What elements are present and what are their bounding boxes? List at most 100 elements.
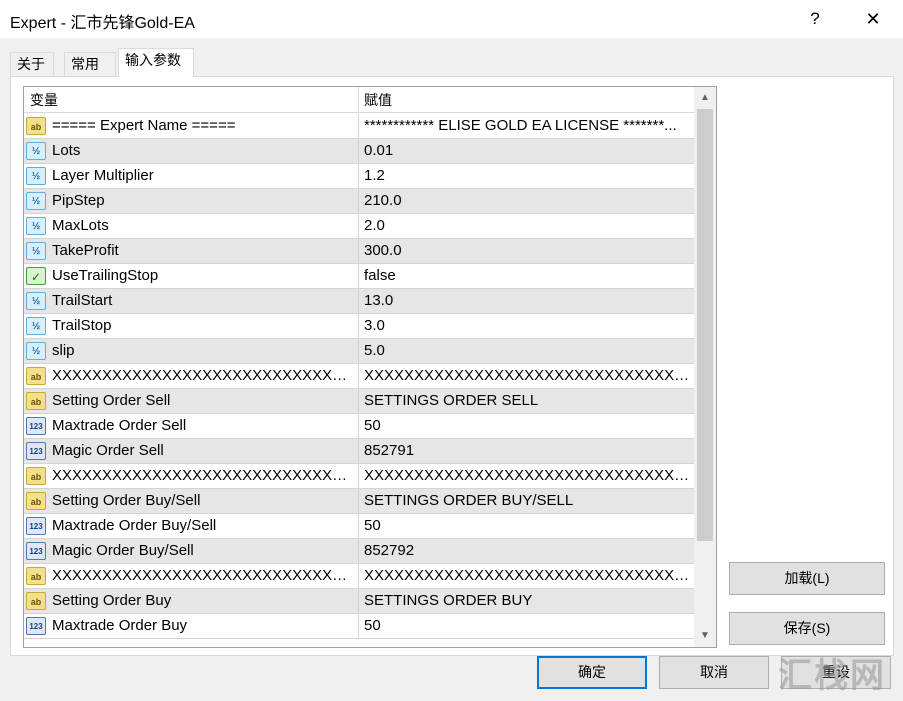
parameter-name: XXXXXXXXXXXXXXXXXXXXXXXXXXXXXX... <box>52 467 352 484</box>
parameter-name: PipStep <box>52 192 105 209</box>
integer-type-icon: 123 <box>26 417 46 435</box>
scroll-thumb[interactable] <box>697 109 713 541</box>
column-header-variable[interactable]: 变量 <box>24 87 358 113</box>
parameter-row[interactable]: ½ slip 5.0 <box>24 339 694 364</box>
parameter-row[interactable]: ½ Lots 0.01 <box>24 139 694 164</box>
parameter-value[interactable]: ************ ELISE GOLD EA LICENSE *****… <box>364 114 690 138</box>
parameter-row[interactable]: ab ===== Expert Name ===== ************ EL… <box>24 114 694 139</box>
parameter-name: Setting Order Buy <box>52 592 172 609</box>
parameter-name: ===== Expert Name ===== <box>52 117 236 134</box>
parameter-name: Layer Multiplier <box>52 167 154 184</box>
parameter-row[interactable]: ½ MaxLots 2.0 <box>24 214 694 239</box>
double-type-icon: ½ <box>26 292 46 310</box>
string-type-icon: ab <box>26 592 46 610</box>
cell-divider <box>358 389 359 413</box>
ok-button[interactable]: 确定 <box>537 656 647 689</box>
help-button[interactable]: ? <box>796 4 834 34</box>
parameter-value[interactable]: SETTINGS ORDER BUY/SELL <box>364 489 690 513</box>
double-type-icon: ½ <box>26 142 46 160</box>
parameter-value[interactable]: 5.0 <box>364 339 690 363</box>
close-button[interactable]: ✕ <box>854 4 892 34</box>
parameter-value[interactable]: 3.0 <box>364 314 690 338</box>
parameter-value[interactable]: 2.0 <box>364 214 690 238</box>
parameter-row[interactable]: ab Setting Order Buy/Sell SETTINGS ORDER B… <box>24 489 694 514</box>
parameter-row[interactable]: ab Setting Order Buy SETTINGS ORDER BUY <box>24 589 694 614</box>
cancel-button[interactable]: 取消 <box>659 656 769 689</box>
cell-divider <box>358 539 359 563</box>
parameter-value[interactable]: 50 <box>364 414 690 438</box>
parameter-value[interactable]: SETTINGS ORDER BUY <box>364 589 690 613</box>
integer-type-icon: 123 <box>26 442 46 460</box>
parameter-row[interactable]: 123 Magic Order Buy/Sell 852792 <box>24 539 694 564</box>
parameter-value[interactable]: 13.0 <box>364 289 690 313</box>
scroll-down-icon[interactable]: ▼ <box>694 625 716 647</box>
parameter-row[interactable]: 123 Maxtrade Order Buy 50 <box>24 614 694 639</box>
parameter-row[interactable]: ab Setting Order Sell SETTINGS ORDER SELL <box>24 389 694 414</box>
parameter-name: XXXXXXXXXXXXXXXXXXXXXXXXXXXXXX... <box>52 367 352 384</box>
cell-divider <box>358 289 359 313</box>
parameter-row[interactable]: 123 Maxtrade Order Sell 50 <box>24 414 694 439</box>
cell-divider <box>358 489 359 513</box>
scroll-up-icon[interactable]: ▲ <box>694 87 716 109</box>
parameter-value[interactable]: 300.0 <box>364 239 690 263</box>
parameter-name: Maxtrade Order Buy <box>52 617 188 634</box>
string-type-icon: ab <box>26 567 46 585</box>
parameter-value[interactable]: XXXXXXXXXXXXXXXXXXXXXXXXXXXXXXXXXX <box>364 464 690 488</box>
double-type-icon: ½ <box>26 167 46 185</box>
parameter-value[interactable]: XXXXXXXXXXXXXXXXXXXXXXXXXXXXXXXXXX <box>364 364 690 388</box>
parameter-value[interactable]: false <box>364 264 690 288</box>
parameter-row[interactable]: ½ TrailStart 13.0 <box>24 289 694 314</box>
parameter-name: Lots <box>52 142 81 159</box>
load-button[interactable]: 加载(L) <box>729 562 885 595</box>
parameter-name: Magic Order Buy/Sell <box>52 542 194 559</box>
parameter-value[interactable]: 50 <box>364 614 690 638</box>
parameter-row[interactable]: ½ Layer Multiplier 1.2 <box>24 164 694 189</box>
parameter-value[interactable]: 852792 <box>364 539 690 563</box>
parameter-row[interactable]: 123 Magic Order Sell 852791 <box>24 439 694 464</box>
bool-type-icon: ✓ <box>26 267 46 285</box>
cell-divider <box>358 414 359 438</box>
column-header-value[interactable]: 赋值 <box>358 87 694 113</box>
parameter-row[interactable]: ab XXXXXXXXXXXXXXXXXXXXXXXXXXXXXX... XXXXX… <box>24 464 694 489</box>
parameter-row[interactable]: ✓ UseTrailingStop false <box>24 264 694 289</box>
grid-rows: ab ===== Expert Name ===== ************ EL… <box>24 114 694 639</box>
parameter-name: Maxtrade Order Buy/Sell <box>52 517 217 534</box>
parameter-value[interactable]: 852791 <box>364 439 690 463</box>
cell-divider <box>358 114 359 138</box>
parameter-row[interactable]: ab XXXXXXXXXXXXXXXXXXXXXXXXXXXXXX... XXXXX… <box>24 564 694 589</box>
parameter-value[interactable]: 1.2 <box>364 164 690 188</box>
cell-divider <box>358 589 359 613</box>
string-type-icon: ab <box>26 367 46 385</box>
tab-inputs[interactable]: 输入参数 <box>118 48 194 77</box>
string-type-icon: ab <box>26 467 46 485</box>
window-title: Expert - 汇市先锋Gold-EA <box>10 15 195 32</box>
tab-about[interactable]: 关于 <box>10 52 54 76</box>
parameter-row[interactable]: ½ TrailStop 3.0 <box>24 314 694 339</box>
parameter-value[interactable]: 210.0 <box>364 189 690 213</box>
tab-common[interactable]: 常用 <box>64 52 116 76</box>
parameter-name: XXXXXXXXXXXXXXXXXXXXXXXXXXXXXX... <box>52 567 352 584</box>
watermark-logo: 汇栈网 <box>778 656 886 696</box>
parameter-value[interactable]: SETTINGS ORDER SELL <box>364 389 690 413</box>
parameter-row[interactable]: ab XXXXXXXXXXXXXXXXXXXXXXXXXXXXXX... XXXXX… <box>24 364 694 389</box>
parameter-value[interactable]: XXXXXXXXXXXXXXXXXXXXXXXXXXXXXXXXXX <box>364 564 690 588</box>
integer-type-icon: 123 <box>26 542 46 560</box>
integer-type-icon: 123 <box>26 517 46 535</box>
parameter-name: TakeProfit <box>52 242 119 259</box>
cell-divider <box>358 264 359 288</box>
cell-divider <box>358 464 359 488</box>
parameter-row[interactable]: 123 Maxtrade Order Buy/Sell 50 <box>24 514 694 539</box>
cell-divider <box>358 439 359 463</box>
parameter-value[interactable]: 0.01 <box>364 139 690 163</box>
double-type-icon: ½ <box>26 192 46 210</box>
cell-divider <box>358 139 359 163</box>
parameter-row[interactable]: ½ PipStep 210.0 <box>24 189 694 214</box>
parameter-row[interactable]: ½ TakeProfit 300.0 <box>24 239 694 264</box>
grid-scrollbar[interactable]: ▲ ▼ <box>694 87 716 647</box>
save-button[interactable]: 保存(S) <box>729 612 885 645</box>
string-type-icon: ab <box>26 492 46 510</box>
cell-divider <box>358 339 359 363</box>
parameter-name: MaxLots <box>52 217 109 234</box>
cell-divider <box>358 314 359 338</box>
parameter-value[interactable]: 50 <box>364 514 690 538</box>
